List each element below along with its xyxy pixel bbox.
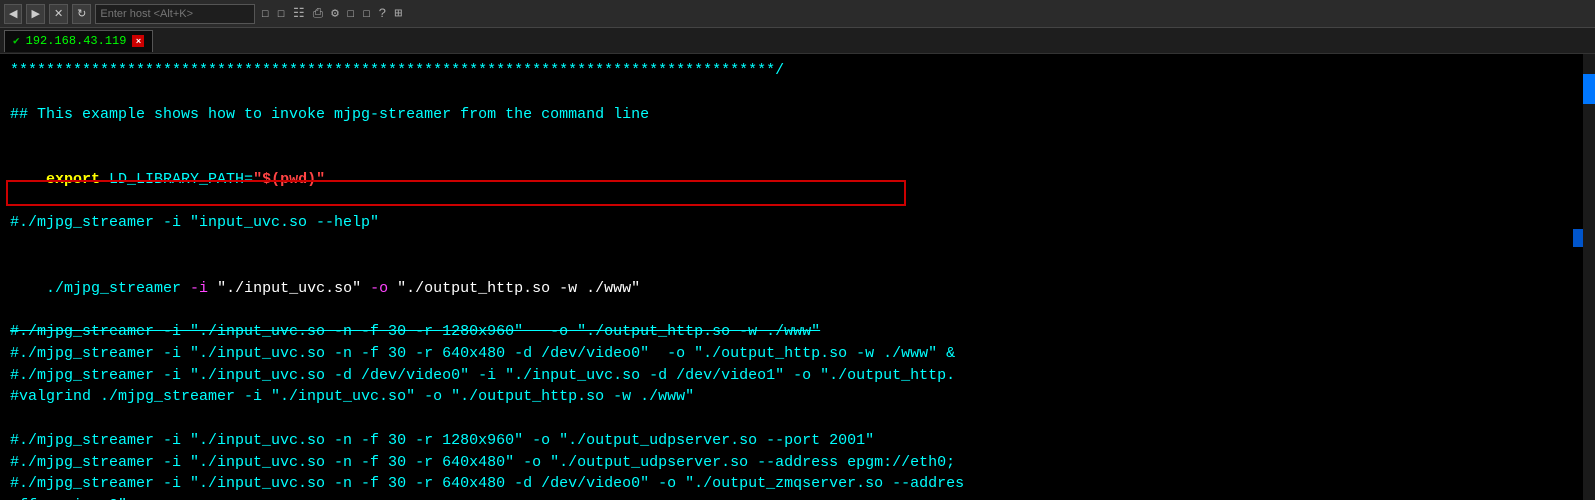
icon-6[interactable]: ⊞: [392, 6, 404, 21]
line-udpserver-1280: #./mjpg_streamer -i "./input_uvc.so -n -…: [10, 430, 1585, 452]
line-help: #./mjpg_streamer -i "input_uvc.so --help…: [10, 212, 1585, 234]
print-icon[interactable]: ⎙: [311, 6, 325, 21]
export-keyword: export: [46, 171, 109, 188]
line-udpserver-640: #./mjpg_streamer -i "./input_uvc.so -n -…: [10, 452, 1585, 474]
line-empty-1: [10, 82, 1585, 104]
settings-icon[interactable]: ⚙: [329, 6, 341, 21]
cmd-flag2: -o: [361, 280, 397, 297]
tab-check-icon: ✔: [13, 34, 20, 48]
back-button[interactable]: ◀: [4, 4, 22, 24]
host-input[interactable]: [95, 4, 255, 24]
icon-5[interactable]: ☐: [361, 6, 373, 21]
refresh-button[interactable]: ↻: [72, 4, 91, 24]
scrollbar[interactable]: [1583, 54, 1595, 500]
line-export: export LD_LIBRARY_PATH="$(pwd)": [10, 147, 1585, 212]
line-dual-input: #./mjpg_streamer -i "./input_uvc.so -d /…: [10, 365, 1585, 387]
icon-2[interactable]: ☐: [275, 6, 287, 21]
scroll-indicator[interactable]: [1573, 229, 1583, 247]
export-var: LD_LIBRARY_PATH=: [109, 171, 253, 188]
tab-label: 192.168.43.119: [26, 34, 127, 48]
forward-button[interactable]: ▶: [26, 4, 44, 24]
icon-3[interactable]: ☷: [291, 6, 307, 21]
line-zmqserver: #./mjpg_streamer -i "./input_uvc.so -n -…: [10, 473, 1585, 495]
stop-button[interactable]: ✕: [49, 4, 68, 24]
line-comment: ## This example shows how to invoke mjpg…: [10, 104, 1585, 126]
icon-4[interactable]: ☐: [345, 6, 357, 21]
cmd-arg2: "./output_http.so -w ./www": [397, 280, 640, 297]
line-uffer-size: uffer_size 2": [10, 495, 1585, 500]
help-icon[interactable]: ?: [377, 6, 389, 21]
line-active-command: ./mjpg_streamer -i "./input_uvc.so" -o "…: [10, 256, 1585, 321]
line-empty-3: [10, 234, 1585, 256]
line-empty-4: [10, 408, 1585, 430]
icon-1[interactable]: ☐: [259, 6, 271, 21]
line-commented-1280: #./mjpg_streamer -i "./input_uvc.so -n -…: [10, 321, 1585, 343]
line-valgrind: #valgrind ./mjpg_streamer -i "./input_uv…: [10, 386, 1585, 408]
scrollbar-thumb[interactable]: [1583, 74, 1595, 104]
export-val: "$(pwd)": [253, 171, 325, 188]
cmd-main: ./mjpg_streamer: [46, 280, 190, 297]
cmd-arg1: "./input_uvc.so": [217, 280, 361, 297]
line-640x480-bg: #./mjpg_streamer -i "./input_uvc.so -n -…: [10, 343, 1585, 365]
toolbar: ◀ ▶ ✕ ↻ ☐ ☐ ☷ ⎙ ⚙ ☐ ☐ ? ⊞: [0, 0, 1595, 28]
line-empty-2: [10, 125, 1585, 147]
line-stars: ****************************************…: [10, 60, 1585, 82]
tab-192-168-43-119[interactable]: ✔ 192.168.43.119 ×: [4, 30, 153, 52]
main-content: ****************************************…: [0, 54, 1595, 500]
tab-close-button[interactable]: ×: [132, 35, 144, 47]
tabbar: ✔ 192.168.43.119 ×: [0, 28, 1595, 54]
cmd-flag1: -i: [190, 280, 217, 297]
